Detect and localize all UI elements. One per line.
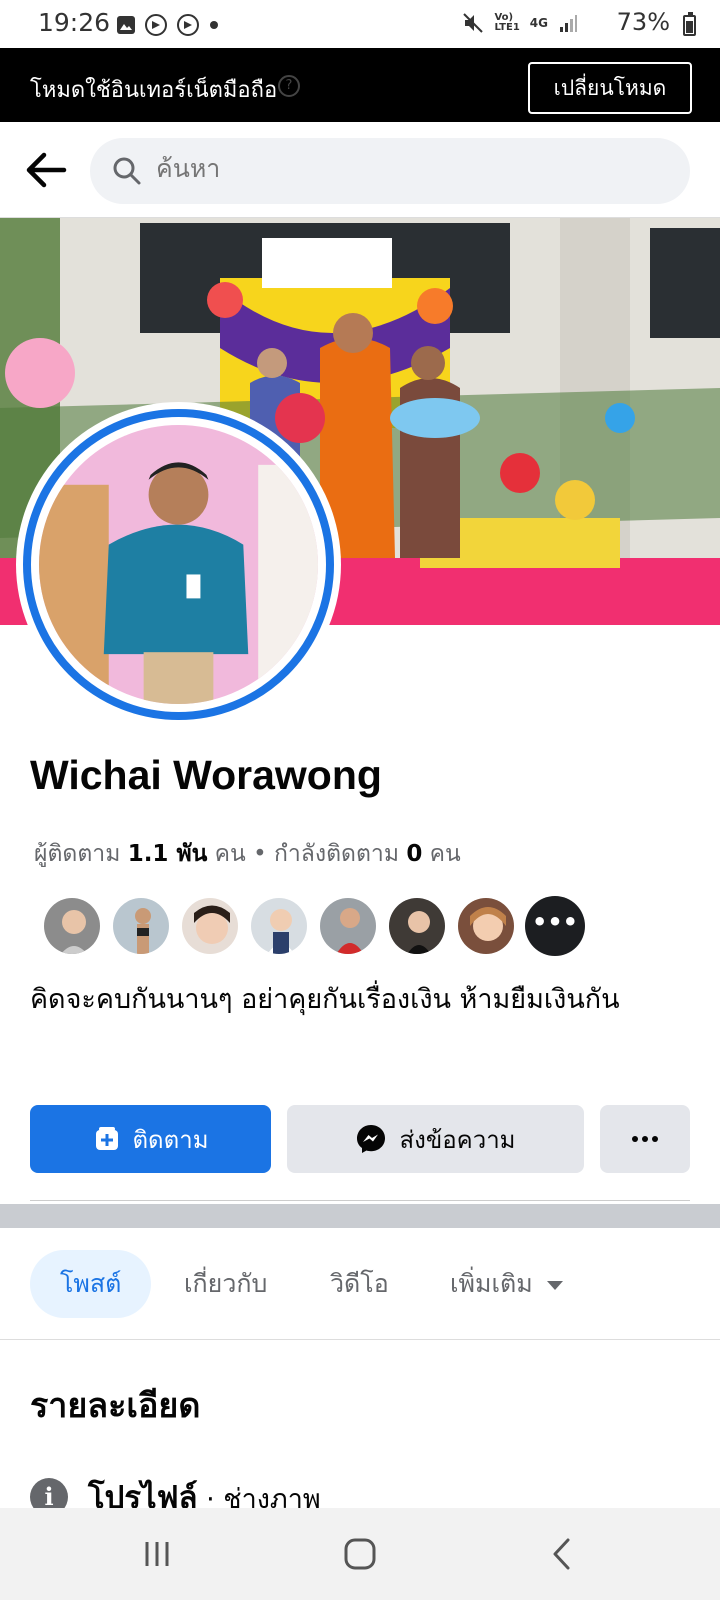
system-icons: Vo) LTE1 4G — [462, 12, 578, 34]
dot-icon — [210, 21, 218, 29]
dot-icon — [632, 1136, 638, 1142]
follower-avatar[interactable] — [111, 896, 171, 956]
back-arrow-icon[interactable] — [24, 150, 68, 190]
notification-icons — [116, 13, 220, 37]
search-box[interactable] — [90, 138, 690, 204]
switch-mode-button[interactable]: เปลี่ยนโหมด — [528, 62, 692, 114]
volte-icon: Vo) LTE1 — [494, 12, 520, 33]
tab-more-label: เพิ่มเติม — [450, 1269, 533, 1298]
dot-icon — [642, 1136, 648, 1142]
search-input[interactable] — [156, 154, 656, 183]
tab-videos[interactable]: วิดีโอ — [330, 1250, 389, 1318]
tab-posts[interactable]: โพสต์ — [30, 1250, 152, 1318]
signal-icon — [560, 15, 577, 32]
followers-count[interactable]: 1.1 พัน — [128, 841, 208, 867]
follow-label: ติดตาม — [132, 1125, 209, 1154]
recent-apps-icon[interactable] — [133, 1530, 181, 1578]
divider — [30, 1200, 690, 1201]
followers-label: ผู้ติดตาม — [34, 841, 121, 867]
back-icon[interactable] — [538, 1530, 586, 1578]
story-ring — [23, 409, 334, 720]
mute-icon — [463, 13, 484, 33]
more-followers-button[interactable]: ••• — [525, 896, 585, 956]
follower-avatar[interactable] — [318, 896, 378, 956]
follower-avatar[interactable] — [456, 896, 516, 956]
sync-icon — [177, 14, 199, 36]
follower-avatar[interactable] — [249, 896, 309, 956]
message-label: ส่งข้อความ — [399, 1125, 516, 1154]
avatar — [39, 425, 318, 704]
separator-dot: • — [253, 841, 274, 867]
follow-icon — [96, 1127, 119, 1150]
battery-percent: 73% — [616, 8, 670, 36]
status-time: 19:26 — [38, 8, 111, 37]
profile-bio: คิดจะคบกันนานๆ อย่าคุยกันเรื่องเงิน ห้าม… — [30, 984, 620, 1015]
following-unit: คน — [429, 841, 461, 867]
following-label: กำลังติดตาม — [273, 841, 400, 867]
follow-button[interactable]: ติดตาม — [30, 1105, 271, 1173]
follower-avatars: ••• — [42, 896, 585, 956]
home-icon[interactable] — [336, 1530, 384, 1578]
dot-icon — [652, 1136, 658, 1142]
network-type: 4G — [529, 16, 548, 30]
follower-avatar[interactable] — [180, 896, 240, 956]
profile-tabs: โพสต์ เกี่ยวกับ วิดีโอ เพิ่มเติม — [0, 1228, 720, 1340]
search-icon — [113, 157, 141, 185]
profile-picture[interactable] — [16, 402, 341, 727]
section-separator — [0, 1204, 720, 1228]
messenger-icon — [357, 1125, 386, 1153]
followers-unit: คน — [214, 841, 246, 867]
tab-more[interactable]: เพิ่มเติม — [450, 1250, 563, 1318]
follower-avatar[interactable] — [387, 896, 447, 956]
mobile-data-banner: โหมดใช้อินเทอร์เน็ตมือถือ ? เปลี่ยนโหมด — [0, 48, 720, 122]
profile-name: Wichai Worawong — [30, 752, 382, 798]
battery-icon — [683, 12, 696, 36]
gallery-icon — [117, 16, 135, 34]
info-icon[interactable]: ? — [278, 75, 300, 97]
following-count[interactable]: 0 — [406, 841, 422, 867]
follow-stats: ผู้ติดตาม 1.1 พัน คน • กำลังติดตาม 0 คน — [34, 836, 461, 872]
system-navigation-bar — [0, 1508, 720, 1600]
caret-down-icon — [546, 1280, 563, 1290]
message-button[interactable]: ส่งข้อความ — [287, 1105, 584, 1173]
status-bar: 19:26 Vo) LTE1 4G 73% — [0, 0, 720, 48]
follower-avatar[interactable] — [42, 896, 102, 956]
tab-about[interactable]: เกี่ยวกับ — [184, 1250, 267, 1318]
banner-text: โหมดใช้อินเทอร์เน็ตมือถือ — [30, 78, 278, 103]
sync-icon — [145, 14, 167, 36]
search-header — [0, 122, 720, 218]
details-title: รายละเอียด — [30, 1386, 201, 1426]
more-options-button[interactable] — [600, 1105, 690, 1173]
